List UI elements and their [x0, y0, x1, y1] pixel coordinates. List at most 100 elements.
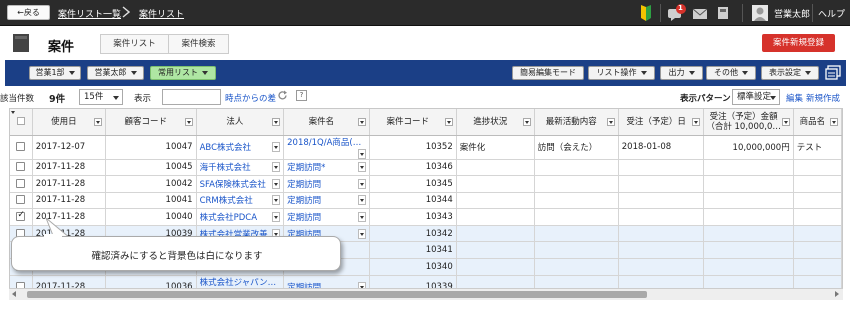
- column-menu-icon[interactable]: [93, 118, 102, 126]
- column-menu-icon[interactable]: [444, 118, 453, 126]
- avatar-icon[interactable]: [752, 4, 768, 22]
- cell-corp[interactable]: 株式会社PDCA: [196, 208, 285, 226]
- chat-bubble-icon[interactable]: [667, 4, 687, 22]
- horizontal-scrollbar[interactable]: [9, 288, 843, 300]
- back-button[interactable]: ←戻る: [7, 5, 50, 20]
- easy-edit-mode-button[interactable]: 簡易編集モード: [512, 66, 584, 80]
- column-header[interactable]: 案件名: [283, 109, 370, 136]
- per-page-select[interactable]: 15件: [79, 89, 123, 105]
- cell-deal[interactable]: 定期訪問: [283, 192, 370, 210]
- column-menu-icon[interactable]: [692, 118, 701, 126]
- new-pattern-link[interactable]: 新規作成: [806, 92, 840, 104]
- person-dropdown[interactable]: 営業太郎: [87, 66, 144, 80]
- scroll-left-icon[interactable]: [12, 291, 16, 297]
- column-menu-icon[interactable]: [781, 118, 790, 126]
- table-row[interactable]: 2017-11-2810040株式会社PDCA定期訪問10343: [10, 208, 842, 226]
- other-dropdown[interactable]: その他: [706, 66, 756, 80]
- column-menu-icon[interactable]: [272, 118, 281, 126]
- new-deal-button[interactable]: 案件新規登録: [762, 34, 835, 52]
- cell-corp[interactable]: ABC株式会社: [196, 135, 285, 160]
- cell-value[interactable]: 株式会社PDCA: [200, 213, 257, 223]
- column-header[interactable]: 商品名: [793, 109, 842, 136]
- cell-value[interactable]: CRM株式会社: [200, 196, 253, 206]
- select-all-header[interactable]: [10, 109, 33, 136]
- table-row[interactable]: 2017-12-07 10047 ABC株式会社 2018/1Q/A商品(… 10352…: [10, 135, 842, 160]
- row-checkbox[interactable]: [16, 178, 26, 188]
- user-name[interactable]: 営業太郎: [774, 7, 810, 20]
- list-view-icon[interactable]: [825, 65, 841, 81]
- column-header-label: 最新活動内容: [545, 116, 597, 127]
- cell-value[interactable]: 定期訪問: [287, 180, 321, 190]
- cell-menu-icon[interactable]: [357, 212, 366, 223]
- cell-value[interactable]: ABC株式会社: [200, 143, 251, 153]
- cell-value[interactable]: 定期訪問: [287, 213, 321, 223]
- mail-icon[interactable]: [692, 4, 708, 22]
- tab-deal-list[interactable]: 案件リスト: [100, 34, 169, 54]
- cell-menu-icon[interactable]: [272, 195, 281, 206]
- column-menu-icon[interactable]: [522, 118, 531, 126]
- common-list-dropdown[interactable]: 常用リスト: [150, 66, 216, 80]
- cell-corp[interactable]: SFA保険株式会社: [196, 175, 285, 193]
- cell-deal[interactable]: 定期訪問*: [283, 159, 370, 177]
- cell-menu-icon[interactable]: [272, 162, 281, 173]
- cell-menu-icon[interactable]: [272, 212, 281, 223]
- row-checkbox[interactable]: [16, 162, 26, 172]
- display-settings-dropdown[interactable]: 表示設定: [761, 66, 819, 80]
- cell-menu-icon[interactable]: [357, 195, 366, 206]
- refresh-icon[interactable]: [277, 90, 288, 101]
- pattern-select[interactable]: 標準設定: [732, 89, 780, 105]
- cell-corp[interactable]: 海千株式会社: [196, 159, 285, 177]
- cell-corp[interactable]: CRM株式会社: [196, 192, 285, 210]
- breadcrumb-deal-list-index[interactable]: 案件リスト一覧: [58, 7, 121, 20]
- date-input[interactable]: [162, 89, 221, 105]
- department-dropdown[interactable]: 営業1部: [29, 66, 81, 80]
- column-menu-icon[interactable]: [357, 118, 366, 126]
- column-menu-icon[interactable]: [830, 118, 838, 126]
- column-header[interactable]: 案件コード: [369, 109, 457, 136]
- column-header[interactable]: 法人: [196, 109, 285, 136]
- help-icon[interactable]: ?: [296, 90, 307, 101]
- scrollbar-thumb[interactable]: [27, 291, 647, 298]
- cell-activity: [534, 208, 619, 226]
- breadcrumb-deal-list[interactable]: 案件リスト: [139, 7, 184, 20]
- help-link[interactable]: ヘルプ: [818, 7, 845, 20]
- output-dropdown[interactable]: 出力: [660, 66, 703, 80]
- table-row[interactable]: 2017-11-28 10045 海千株式会社 定期訪問* 10346: [10, 159, 842, 177]
- cell-menu-icon[interactable]: [357, 228, 366, 239]
- table-row[interactable]: 2017-11-28 10042 SFA保険株式会社 定期訪問 10345: [10, 175, 842, 193]
- list-operations-dropdown[interactable]: リスト操作: [588, 66, 655, 80]
- cell-menu-icon[interactable]: [272, 142, 281, 152]
- column-menu-icon[interactable]: [184, 118, 193, 126]
- cell-value[interactable]: 株式会社ジャパン…: [200, 278, 277, 288]
- column-header[interactable]: 最新活動内容: [534, 109, 619, 136]
- column-menu-icon[interactable]: [16, 117, 25, 126]
- diff-since-link[interactable]: 時点からの差: [225, 92, 276, 104]
- table-row[interactable]: 2017-11-28 10041 CRM株式会社 定期訪問 10344: [10, 192, 842, 210]
- cell-menu-icon[interactable]: [357, 178, 366, 189]
- edit-pattern-link[interactable]: 編集: [786, 92, 803, 104]
- beginner-mark-icon[interactable]: [640, 4, 652, 22]
- cell-deal[interactable]: 定期訪問: [283, 208, 370, 226]
- column-header[interactable]: 使用日: [32, 109, 106, 136]
- cell-value[interactable]: SFA保険株式会社: [200, 180, 266, 190]
- cell-value[interactable]: 海千株式会社: [200, 163, 251, 173]
- column-header[interactable]: 顧客コード: [105, 109, 197, 136]
- cell-deal[interactable]: 2018/1Q/A商品(…: [283, 135, 370, 160]
- row-checkbox[interactable]: [16, 195, 26, 205]
- row-checkbox[interactable]: [16, 142, 26, 151]
- cell-menu-icon[interactable]: [272, 178, 281, 189]
- cell-value[interactable]: 定期訪問: [287, 196, 321, 206]
- scroll-right-icon[interactable]: [835, 291, 839, 297]
- cell-menu-icon[interactable]: [357, 148, 366, 158]
- row-checkbox[interactable]: [16, 210, 26, 222]
- cell-deal[interactable]: 定期訪問: [283, 175, 370, 193]
- column-header[interactable]: 受注（予定）金額 （合計 10,000,0…: [703, 109, 794, 136]
- column-menu-icon[interactable]: [606, 118, 615, 126]
- calculator-icon[interactable]: [716, 4, 730, 22]
- cell-value[interactable]: 定期訪問*: [287, 163, 325, 173]
- column-header[interactable]: 受注（予定）日: [618, 109, 705, 136]
- cell-menu-icon[interactable]: [357, 162, 366, 173]
- cell-value[interactable]: 2018/1Q/A商品(…: [287, 138, 361, 148]
- column-header[interactable]: 進捗状況: [456, 109, 535, 136]
- tab-deal-search[interactable]: 案件検索: [168, 34, 229, 54]
